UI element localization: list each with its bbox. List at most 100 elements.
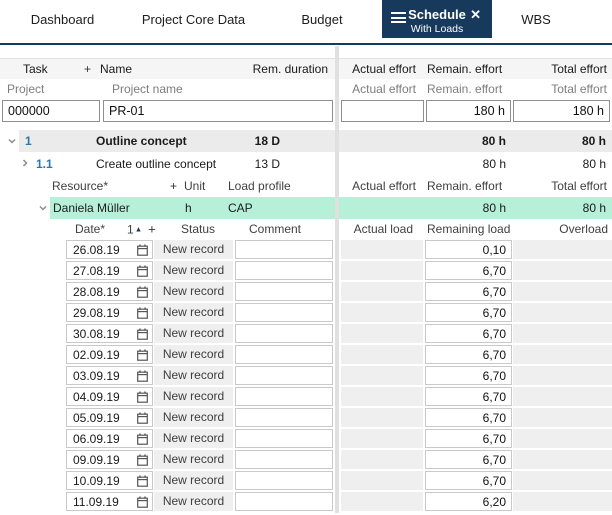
remaining-load-input[interactable] <box>425 471 512 490</box>
calendar-icon[interactable] <box>137 349 148 361</box>
comment-input[interactable] <box>235 345 333 364</box>
section-divider <box>335 46 339 513</box>
date-field[interactable]: 30.08.19 <box>66 324 153 343</box>
comment-input[interactable] <box>235 429 333 448</box>
resource-row-daniela-mueller[interactable]: Daniela Müller h CAP 80 h 80 h <box>0 197 612 219</box>
date-value: 11.09.19 <box>73 495 119 509</box>
date-field[interactable]: 03.09.19 <box>66 366 153 385</box>
remaining-load-input[interactable] <box>425 261 512 280</box>
date-field[interactable]: 10.09.19 <box>66 471 153 490</box>
remaining-load-input[interactable] <box>425 324 512 343</box>
date-field[interactable]: 28.08.19 <box>66 282 153 301</box>
comment-field <box>235 282 333 301</box>
date-field[interactable]: 11.09.19 <box>66 492 153 511</box>
calendar-icon[interactable] <box>137 433 148 445</box>
add-task-button[interactable]: + <box>84 62 91 76</box>
comment-input[interactable] <box>235 303 333 322</box>
col-overload-label: Overload <box>559 222 608 236</box>
load-header-row: Date* 1 ▲ + Status Comment Actual load R… <box>0 219 612 239</box>
status-cell: New record <box>154 429 233 448</box>
tab-schedule[interactable]: Schedule With Loads ✕ <box>382 0 492 38</box>
calendar-icon[interactable] <box>137 244 148 256</box>
hamburger-menu-icon[interactable] <box>391 12 406 26</box>
comment-field <box>235 324 333 343</box>
actual-load-cell <box>341 366 423 385</box>
overload-cell <box>513 261 612 280</box>
calendar-icon[interactable] <box>137 391 148 403</box>
date-field[interactable]: 29.08.19 <box>66 303 153 322</box>
calendar-icon[interactable] <box>137 265 148 277</box>
add-resource-button[interactable]: + <box>170 179 177 193</box>
tab-dashboard[interactable]: Dashboard <box>0 0 125 38</box>
task-row-1-1[interactable]: 1.1 Create outline concept 13 D 80 h 80 … <box>0 152 612 175</box>
calendar-icon[interactable] <box>137 454 148 466</box>
task-remain-effort: 80 h <box>483 157 506 171</box>
tab-project-core-data[interactable]: Project Core Data <box>125 0 262 38</box>
calendar-icon[interactable] <box>137 370 148 382</box>
close-icon[interactable]: ✕ <box>470 7 481 23</box>
chevron-right-icon[interactable] <box>20 158 30 168</box>
date-field[interactable]: 26.08.19 <box>66 240 153 259</box>
comment-field <box>235 366 333 385</box>
task-remain-effort: 80 h <box>482 134 506 148</box>
task-row-1[interactable]: 1 Outline concept 18 D 80 h 80 h <box>0 130 612 152</box>
remaining-load-input[interactable] <box>425 429 512 448</box>
tab-dashboard-label: Dashboard <box>31 12 95 27</box>
date-field[interactable]: 04.09.19 <box>66 387 153 406</box>
calendar-icon[interactable] <box>137 496 148 508</box>
date-value: 03.09.19 <box>73 369 120 383</box>
comment-input[interactable] <box>235 408 333 427</box>
project-actual-effort-input[interactable] <box>341 100 424 122</box>
remaining-load-input[interactable] <box>425 345 512 364</box>
date-field[interactable]: 02.09.19 <box>66 345 153 364</box>
col-task-label: Task <box>23 62 48 76</box>
comment-input[interactable] <box>235 261 333 280</box>
add-load-record-button[interactable]: + <box>148 222 156 237</box>
calendar-icon[interactable] <box>137 328 148 340</box>
tab-wbs[interactable]: WBS <box>492 0 580 38</box>
comment-input[interactable] <box>235 366 333 385</box>
col-resource-label: Resource* <box>52 179 108 193</box>
tab-budget[interactable]: Budget <box>262 0 382 38</box>
overload-cell <box>513 492 612 511</box>
remaining-load-input[interactable] <box>425 387 512 406</box>
remaining-load-input[interactable] <box>425 282 512 301</box>
comment-input[interactable] <box>235 324 333 343</box>
date-sort-control[interactable]: 1 ▲ + <box>127 222 156 237</box>
remaining-load-field <box>425 345 512 364</box>
project-id-input[interactable] <box>2 100 100 122</box>
calendar-icon[interactable] <box>137 286 148 298</box>
project-total-effort-input[interactable] <box>513 100 610 122</box>
comment-input[interactable] <box>235 492 333 511</box>
col-total-effort-label: Total effort <box>551 179 607 193</box>
overload-cell <box>513 471 612 490</box>
task-name: Create outline concept <box>96 157 216 171</box>
project-remain-effort-input[interactable] <box>426 100 511 122</box>
remaining-load-input[interactable] <box>425 408 512 427</box>
remaining-load-input[interactable] <box>425 240 512 259</box>
status-cell: New record <box>154 387 233 406</box>
comment-input[interactable] <box>235 471 333 490</box>
chevron-down-icon[interactable] <box>7 136 17 146</box>
remaining-load-input[interactable] <box>425 366 512 385</box>
calendar-icon[interactable] <box>137 307 148 319</box>
date-field[interactable]: 05.09.19 <box>66 408 153 427</box>
date-field[interactable]: 27.08.19 <box>66 261 153 280</box>
tabbar-underline <box>0 43 612 45</box>
comment-input[interactable] <box>235 450 333 469</box>
remaining-load-input[interactable] <box>425 492 512 511</box>
chevron-down-icon[interactable] <box>38 203 48 213</box>
remaining-load-input[interactable] <box>425 450 512 469</box>
comment-input[interactable] <box>235 240 333 259</box>
comment-input[interactable] <box>235 282 333 301</box>
date-field[interactable]: 06.09.19 <box>66 429 153 448</box>
remaining-load-field <box>425 240 512 259</box>
date-value: 06.09.19 <box>73 432 120 446</box>
comment-input[interactable] <box>235 387 333 406</box>
date-field[interactable]: 09.09.19 <box>66 450 153 469</box>
project-name-input[interactable] <box>103 100 333 122</box>
remaining-load-input[interactable] <box>425 303 512 322</box>
calendar-icon[interactable] <box>137 475 148 487</box>
calendar-icon[interactable] <box>137 412 148 424</box>
actual-load-cell <box>341 450 423 469</box>
